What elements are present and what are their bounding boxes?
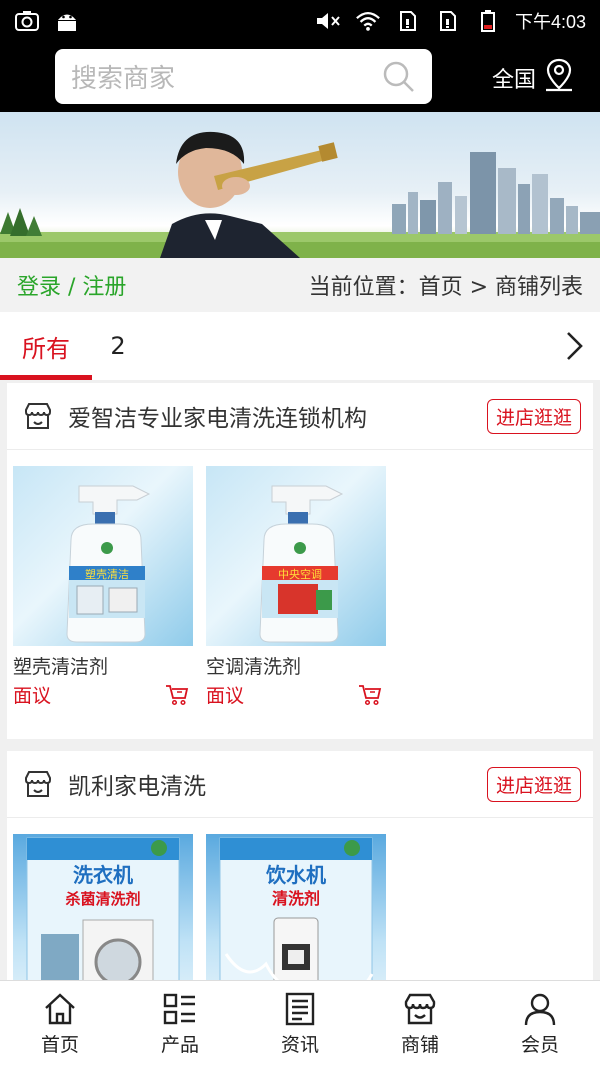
sim1-icon	[395, 10, 421, 32]
cleaner-box-image: 洗衣机 杀菌清洗剂	[26, 837, 180, 980]
store-icon	[23, 769, 53, 799]
chevron-right-icon[interactable]	[562, 330, 586, 362]
status-bar: 下午4:03	[0, 0, 600, 42]
nav-news[interactable]: 资讯	[240, 981, 360, 1067]
news-icon	[283, 992, 317, 1026]
product-card[interactable]: 饮水机 清洗剂	[206, 834, 386, 980]
product-row: 洗衣机 杀菌清洗剂 饮水机 清洗剂	[7, 818, 593, 980]
android-icon	[54, 10, 80, 32]
box-subtitle-text: 清洗剂	[272, 889, 320, 908]
location-pin-icon	[544, 58, 574, 98]
banner-image[interactable]	[0, 112, 600, 258]
tab-all-label: 所有	[22, 334, 70, 363]
nav-home-label: 首页	[40, 1033, 79, 1056]
breadcrumb: 当前位置：首页 > 商铺列表	[308, 275, 583, 300]
location-bar: 登录 / 注册 当前位置：首页 > 商铺列表	[0, 258, 600, 312]
nav-news-label: 资讯	[280, 1033, 319, 1056]
cleaner-box-image: 饮水机 清洗剂	[219, 837, 374, 980]
store-icon	[23, 401, 53, 431]
bottle-label-text: 中央空调	[278, 567, 322, 581]
enter-shop-button[interactable]: 进店逛逛	[486, 398, 581, 434]
category-tabs: 所有 2	[0, 312, 600, 380]
product-row: 塑壳清洁 塑壳清洁剂 面议 中央空调 空调清洗剂 面议	[7, 450, 593, 708]
product-image[interactable]: 洗衣机 杀菌清洗剂	[13, 834, 193, 980]
product-image[interactable]: 塑壳清洁	[13, 466, 193, 646]
cart-icon[interactable]	[165, 684, 189, 706]
status-time: 下午4:03	[514, 12, 586, 32]
product-name[interactable]: 塑壳清洁剂	[13, 652, 193, 679]
shop-name: 凯利家电清洗	[68, 774, 206, 800]
banner-illustration	[0, 131, 600, 258]
box-title-text: 洗衣机	[73, 863, 133, 887]
store-icon	[403, 992, 437, 1026]
shop-card: 凯利家电清洗 进店逛逛 洗衣机 杀菌清洗剂 饮水机 清洗剂	[7, 751, 593, 980]
nav-products-label: 产品	[160, 1033, 199, 1056]
product-price: 面议	[206, 685, 245, 707]
enter-shop-button[interactable]: 进店逛逛	[486, 766, 581, 802]
region-label: 全国	[492, 68, 537, 93]
shop-header: 凯利家电清洗 进店逛逛	[7, 751, 593, 818]
search-icon[interactable]	[382, 60, 416, 94]
product-card[interactable]: 洗衣机 杀菌清洗剂	[13, 834, 193, 980]
spray-bottle-image: 塑壳清洁	[66, 485, 151, 643]
login-register-link[interactable]: 登录 / 注册	[17, 269, 126, 301]
battery-icon	[475, 10, 501, 32]
box-title-text: 饮水机	[265, 863, 326, 887]
box-subtitle-text: 杀菌清洗剂	[65, 890, 140, 908]
tab-2-label: 2	[110, 332, 126, 360]
shop-list: 爱智洁专业家电清洗连锁机构 进店逛逛 塑壳清洁 塑壳清洁剂 面议 中央空调 空调…	[0, 380, 600, 980]
nav-products[interactable]: 产品	[120, 981, 240, 1067]
shop-name: 爱智洁专业家电清洗连锁机构	[68, 406, 367, 432]
user-icon	[523, 992, 557, 1026]
product-price: 面议	[13, 685, 52, 707]
product-image[interactable]: 饮水机 清洗剂	[206, 834, 386, 980]
price-row: 面议	[206, 681, 386, 708]
region-selector[interactable]: 全国	[492, 58, 574, 98]
search-input[interactable]: 搜索商家	[55, 49, 432, 104]
screenshot-icon	[14, 10, 40, 32]
home-icon	[43, 992, 77, 1026]
nav-member-label: 会员	[520, 1033, 559, 1056]
tab-all[interactable]: 所有	[0, 312, 92, 380]
tab-2[interactable]: 2	[92, 312, 144, 380]
product-card[interactable]: 中央空调 空调清洗剂 面议	[206, 466, 386, 708]
shop-header: 爱智洁专业家电清洗连锁机构 进店逛逛	[7, 383, 593, 450]
nav-member[interactable]: 会员	[480, 981, 600, 1067]
search-header: 搜索商家 全国	[0, 42, 600, 112]
bottom-nav: 首页 产品 资讯 商铺 会员	[0, 980, 600, 1067]
price-row: 面议	[13, 681, 193, 708]
cart-icon[interactable]	[358, 684, 382, 706]
grid-list-icon	[163, 992, 197, 1026]
shop-card: 爱智洁专业家电清洗连锁机构 进店逛逛 塑壳清洁 塑壳清洁剂 面议 中央空调 空调…	[7, 383, 593, 739]
mute-icon	[315, 10, 341, 32]
sim2-icon	[435, 10, 461, 32]
product-card[interactable]: 塑壳清洁 塑壳清洁剂 面议	[13, 466, 193, 708]
product-image[interactable]: 中央空调	[206, 466, 386, 646]
bottle-label-text: 塑壳清洁	[85, 567, 129, 581]
search-placeholder: 搜索商家	[71, 64, 176, 94]
wifi-icon	[355, 10, 381, 32]
nav-shops[interactable]: 商铺	[360, 981, 480, 1067]
spray-bottle-image: 中央空调	[259, 485, 344, 643]
nav-home[interactable]: 首页	[0, 981, 120, 1067]
nav-shops-label: 商铺	[400, 1033, 439, 1056]
product-name[interactable]: 空调清洗剂	[206, 652, 386, 679]
